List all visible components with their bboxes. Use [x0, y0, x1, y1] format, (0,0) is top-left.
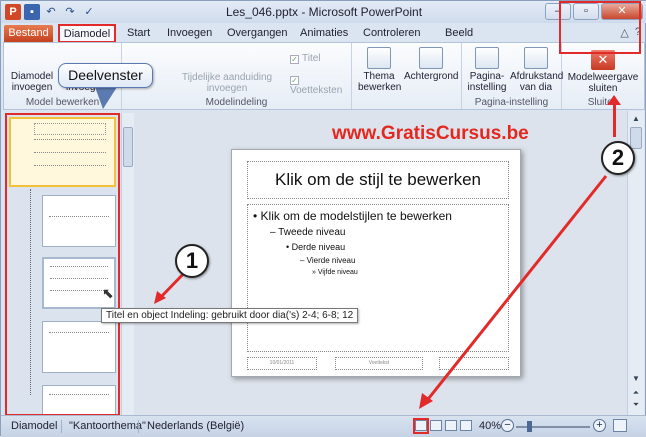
thumbnail-scrollbar[interactable] — [121, 113, 134, 415]
slide-sorter-icon[interactable] — [430, 420, 442, 431]
title-bar: P ▪ ↶ ↷ ✓ Les_046.pptx - Microsoft Power… — [1, 1, 646, 23]
afdrukstand-button[interactable]: Afdrukstand van dia — [510, 47, 564, 93]
orientation-icon — [524, 47, 548, 69]
diamodel-invoegen-label: Diamodel invoegen — [10, 71, 54, 93]
tijdelijke-aanduiding-button[interactable]: Tijdelijke aanduiding invoegen — [172, 72, 282, 94]
achtergrond-label: Achtergrond — [404, 71, 459, 82]
voetteksten-label: Voetteksten — [290, 85, 343, 96]
background-icon — [419, 47, 443, 69]
bullet-level-5: » Vijfde niveau — [312, 269, 358, 276]
achtergrond-button[interactable]: Achtergrond — [404, 47, 458, 82]
tab-beeld[interactable]: Beeld — [439, 25, 479, 42]
bullet-level-4: – Vierde niveau — [300, 256, 356, 265]
zoom-in-icon[interactable]: + — [593, 419, 606, 432]
arrow-head-up — [607, 95, 621, 105]
titel-checkbox[interactable]: ✓ Titel — [290, 53, 321, 64]
step-badge-2: 2 — [601, 141, 635, 175]
footer-placeholder[interactable]: Voettekst — [335, 357, 423, 370]
scroll-down-icon[interactable]: ▼ — [630, 373, 642, 385]
group-thema: Thema bewerken Achtergrond — [352, 43, 462, 109]
highlight-thumbnail-pane — [5, 113, 120, 416]
level-5-text: Vijfde niveau — [317, 269, 358, 276]
step-badge-1: 1 — [175, 244, 209, 278]
callout-tail — [95, 87, 117, 109]
level-4-text: Vierde niveau — [306, 256, 356, 265]
zoom-level[interactable]: 40% — [479, 420, 501, 432]
modelweergave-sluiten-button[interactable]: ✕ Modelweergave sluiten — [564, 47, 642, 94]
reading-view-icon[interactable] — [445, 420, 457, 431]
checkbox-check-icon: ✓ — [290, 76, 299, 85]
powerpoint-window: P ▪ ↶ ↷ ✓ Les_046.pptx - Microsoft Power… — [0, 0, 646, 437]
tab-invoegen[interactable]: Invoegen — [161, 25, 218, 42]
group-label-pagina-instelling: Pagina-instelling — [474, 97, 549, 108]
highlight-close-button — [559, 1, 641, 54]
level-2-text: Tweede niveau — [278, 227, 346, 238]
layout-tooltip: Titel en object Indeling: gebruikt door … — [101, 308, 359, 323]
next-slide-icon[interactable]: ⏷ — [630, 399, 642, 411]
titel-label: Titel — [302, 53, 321, 64]
tab-controleren[interactable]: Controleren — [357, 25, 426, 42]
pagina-instelling-label: Pagina-instelling — [467, 71, 507, 93]
tab-diamodel[interactable]: Diamodel — [58, 24, 116, 43]
status-view: Diamodel — [11, 420, 58, 432]
bullet-level-3: • Derde niveau — [286, 242, 346, 252]
tijdelijke-label: Tijdelijke aanduiding invoegen — [181, 72, 273, 94]
tab-overgangen[interactable]: Overgangen — [221, 25, 294, 42]
previous-slide-icon[interactable]: ⏶ — [630, 387, 642, 399]
ribbon-tabs: Bestand Diamodel Start Invoegen Overgang… — [1, 23, 646, 43]
bullet-level-2: – Tweede niveau — [270, 227, 346, 238]
deelvenster-callout: Deelvenster — [58, 63, 153, 88]
diamodel-invoegen-button[interactable]: Diamodel invoegen — [8, 71, 56, 93]
arrow-to-close-button — [613, 101, 616, 137]
group-label-sluiten: Sluiten — [587, 97, 619, 108]
scroll-up-icon[interactable]: ▲ — [630, 113, 642, 125]
thumbnail-scroll-thumb[interactable] — [123, 127, 133, 167]
thema-bewerken-button[interactable]: Thema bewerken — [358, 47, 402, 93]
date-placeholder[interactable]: 10/01/2011 — [247, 357, 317, 370]
tab-bestand[interactable]: Bestand — [4, 25, 53, 42]
normal-view-icon[interactable] — [415, 420, 427, 431]
fit-to-window-icon[interactable] — [613, 419, 627, 432]
theme-icon — [367, 47, 391, 69]
afdrukstand-label: Afdrukstand van dia — [510, 71, 564, 93]
watermark-text: www.GratisCursus.be — [332, 123, 529, 144]
slideshow-icon[interactable] — [460, 420, 472, 431]
mouse-cursor-icon: ⬉ — [102, 285, 114, 301]
group-label-modelindeling: Modelindeling — [205, 97, 268, 108]
pagina-instelling-button[interactable]: Pagina-instelling — [464, 47, 510, 93]
status-divider — [138, 420, 139, 433]
tab-start[interactable]: Start — [121, 25, 156, 42]
group-modelindeling: Tijdelijke aanduiding invoegen ✓ Titel ✓V… — [122, 43, 352, 109]
tab-animaties[interactable]: Animaties — [294, 25, 354, 42]
group-pagina-instelling: Pagina-instelling Afdrukstand van dia Pa… — [462, 43, 564, 109]
status-divider — [61, 420, 62, 433]
status-theme[interactable]: "Kantoorthema" — [69, 420, 146, 432]
modelweergave-label: Modelweergave sluiten — [567, 72, 639, 94]
zoom-out-icon[interactable]: − — [501, 419, 514, 432]
status-bar: Diamodel "Kantoorthema" Nederlands (Belg… — [1, 415, 646, 437]
status-language[interactable]: Nederlands (België) — [147, 420, 244, 432]
page-setup-icon — [475, 47, 499, 69]
arrow-line-diagonal — [423, 175, 608, 404]
thema-label: Thema bewerken — [358, 71, 402, 93]
level-3-text: Derde niveau — [291, 242, 346, 252]
checkbox-check-icon: ✓ — [290, 55, 299, 64]
zoom-slider-handle[interactable] — [527, 421, 532, 432]
voetteksten-checkbox[interactable]: ✓Voetteksten — [290, 74, 351, 96]
slide-scroll-thumb[interactable] — [630, 127, 642, 149]
arrow-to-view-button — [419, 175, 608, 409]
